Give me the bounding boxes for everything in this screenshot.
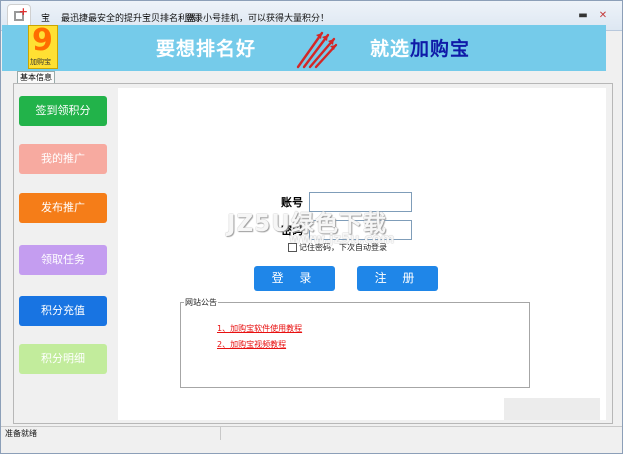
content-panel: 签到领积分 我的推广 发布推广 领取任务 积分充值 积分明细 账号 密码 记住密… [13,83,613,424]
announcement-box: 网站公告 1、加购宝软件使用教程 2、加购宝视频教程 [180,297,530,388]
tab-basic-info[interactable]: 基本信息 [17,71,55,83]
tab-strip: 基本信息 [15,71,55,83]
banner: 9 加购宝 要想排名好 就选加购宝 [2,23,606,71]
password-label: 密码 [281,224,303,237]
app-icon-plus: + [18,5,28,18]
minimize-button[interactable]: ▬ [577,9,589,23]
login-button[interactable]: 登 录 [254,266,335,291]
status-cell: 准备就绪 [1,427,221,440]
sidebar-item-points-detail[interactable]: 积分明细 [19,344,107,374]
brand-logo: 9 加购宝 [28,23,58,69]
blurred-region [504,398,600,420]
register-button[interactable]: 注 册 [357,266,438,291]
title-slogan-primary: 最迅捷最安全的提升宝贝排名利器！ [61,14,206,24]
banner-slogan-right: 就选加购宝 [370,34,470,61]
login-area: 账号 密码 记住密码，下次自动登录 登 录 注 册 网站公告 1、加购宝软件使用… [118,88,606,420]
sidebar-item-points-recharge[interactable]: 积分充值 [19,296,107,326]
status-bar: 准备就绪 [1,426,622,440]
status-text: 准备就绪 [5,429,37,438]
app-window: + 宝 最迅捷最安全的提升宝贝排名利器！ 登录小号挂机，可以获得大量积分！ ▬ … [0,0,623,454]
sidebar-item-claim-task[interactable]: 领取任务 [19,245,107,275]
sidebar-item-checkin-points[interactable]: 签到领积分 [19,96,107,126]
title-slogan-secondary: 登录小号挂机，可以获得大量积分！ [185,14,330,24]
arrows-icon [296,31,338,69]
announcement-link-video-tutorial[interactable]: 2、加购宝视频教程 [217,339,286,350]
banner-brand-name: 加购宝 [410,38,471,60]
banner-slogan-left: 要想排名好 [156,38,257,60]
remember-checkbox[interactable] [288,243,297,252]
close-button[interactable]: ✕ [593,9,613,23]
sidebar-item-publish-promotion[interactable]: 发布推广 [19,193,107,223]
remember-label: 记住密码，下次自动登录 [299,243,387,252]
brand-logo-caption: 加购宝 [30,58,51,66]
account-input[interactable] [309,192,412,212]
announcement-title: 网站公告 [184,297,218,308]
remember-password-row[interactable]: 记住密码，下次自动登录 [288,242,387,256]
announcement-link-software-tutorial[interactable]: 1、加购宝软件使用教程 [217,323,302,334]
password-input[interactable] [309,220,412,240]
brand-logo-glyph: 9 [32,23,53,58]
account-label: 账号 [281,196,303,209]
sidebar-item-my-promotions[interactable]: 我的推广 [19,144,107,174]
banner-slogan-prefix: 就选 [370,38,411,60]
